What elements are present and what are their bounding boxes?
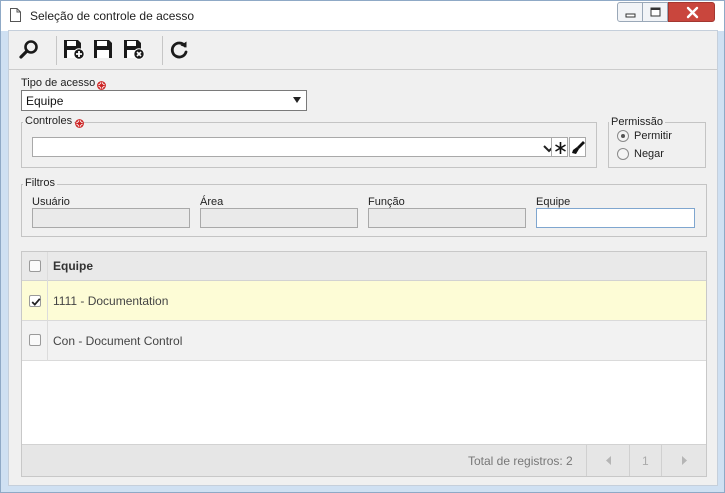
row-team-name: 1111 - Documentation [53,294,169,308]
window-title: Seleção de controle de acesso [30,9,195,23]
dropdown-arrow-icon [293,97,301,103]
title-bar: Seleção de controle de acesso [1,1,724,31]
column-divider [47,281,48,321]
search-icon [19,40,38,59]
checkmark-icon [31,298,41,306]
table-row[interactable]: 1111 - Documentation [22,281,706,321]
dialog-window: Seleção de controle de acesso Tipo de ac… [0,0,725,493]
clear-button[interactable] [569,137,586,157]
radio-permitir-label: Permitir [634,130,672,142]
close-icon [686,6,699,19]
maximize-icon [650,7,661,17]
filter-team-label: Equipe [536,196,571,208]
page-number-text: 1 [642,454,649,468]
row-checkbox[interactable] [29,334,41,346]
save-close-button[interactable] [122,37,148,63]
column-divider [47,321,48,361]
table-row[interactable]: Con - Document Control [22,321,706,361]
next-page-button[interactable] [661,445,706,476]
select-all-checkbox[interactable] [29,260,41,272]
permission-group [608,122,706,168]
radio-negar-circle[interactable] [617,148,629,160]
required-marker-icon [97,79,106,90]
filter-user-input [32,208,190,228]
filter-user-label: Usuário [32,196,70,208]
access-type-label: Tipo de acesso [21,77,96,89]
toolbar [9,31,717,70]
toolbar-separator [56,36,57,65]
filter-function-input [368,208,526,228]
filter-area-label: Área [200,196,224,208]
column-divider [47,252,48,281]
row-checkbox[interactable] [29,295,41,307]
brush-icon [572,141,585,154]
filter-area-input [200,208,358,228]
page-number: 1 [629,445,661,476]
controls-label: Controles [23,115,75,127]
column-header-team: Equipe [53,259,94,273]
close-button[interactable] [668,2,715,22]
previous-page-button[interactable] [586,445,629,476]
filter-team-input[interactable] [536,208,695,228]
filters-legend: Filtros [23,177,57,189]
save-close-icon [124,40,145,60]
permission-legend: Permissão [609,116,665,128]
grid-header: Equipe [22,252,706,281]
select-all-button[interactable] [551,137,568,157]
required-marker-icon [75,117,84,128]
chevron-left-icon [606,456,611,465]
save-button[interactable] [92,37,118,63]
access-type-value: Equipe [26,94,64,108]
grid-footer: Total de registros: 2 1 [22,444,706,476]
filter-function-label: Função [368,196,405,208]
team-grid: Equipe 1111 - Documentation Con - Docume… [21,251,707,477]
radio-permitir-circle[interactable] [617,130,629,142]
asterisk-icon [555,142,566,154]
controls-input[interactable] [32,137,559,157]
save-new-icon [64,40,85,60]
minimize-button[interactable] [617,2,643,22]
refresh-button[interactable] [167,37,193,63]
toolbar-separator [162,36,163,65]
row-team-name: Con - Document Control [53,334,183,348]
search-button[interactable] [16,37,42,63]
save-new-button[interactable] [62,37,88,63]
document-icon [10,8,21,22]
minimize-icon [625,13,636,18]
radio-negar-label: Negar [634,148,664,160]
access-type-select[interactable]: Equipe [21,90,307,111]
chevron-right-icon [682,456,687,465]
refresh-icon [170,41,188,59]
maximize-button[interactable] [643,2,668,22]
save-icon [94,40,112,58]
total-records: Total de registros: 2 [468,454,573,468]
dialog-content: Tipo de acesso Equipe Controles Permissã… [8,30,718,486]
